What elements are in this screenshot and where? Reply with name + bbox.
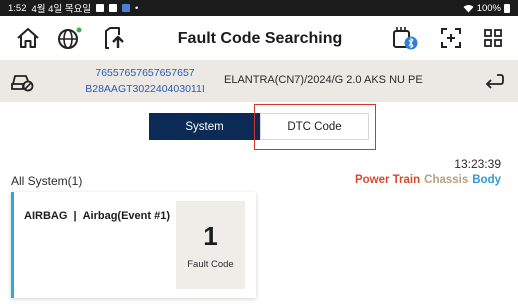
more-notifications-icon: • <box>135 2 139 14</box>
battery-percent: 100% <box>476 2 501 14</box>
status-time: 1:52 <box>8 2 27 14</box>
upload-button[interactable] <box>100 24 128 52</box>
expand-button[interactable] <box>437 24 465 52</box>
tab-dtc-code[interactable]: DTC Code <box>260 113 369 140</box>
all-system-count: All System(1) <box>11 174 83 188</box>
status-left: 1:52 4월 4일 목요일 • <box>8 1 139 16</box>
vin-block: 76557657657657657 B28AAGT302240403011I <box>70 65 220 97</box>
card-separator: | <box>73 210 77 222</box>
scan-time: 13:23:39 <box>454 157 501 171</box>
screen: 1:52 4월 4일 목요일 • 100% Fault Code Searchi… <box>0 0 518 304</box>
toolbar: Fault Code Searching <box>0 16 518 60</box>
wifi-icon <box>463 4 474 12</box>
globe-icon <box>58 27 82 49</box>
grid-icon <box>484 29 502 47</box>
vin-line-1: 76557657657657657 <box>95 67 195 79</box>
status-bar: 1:52 4월 4일 목요일 • 100% <box>0 0 518 16</box>
language-button[interactable] <box>56 24 84 52</box>
vehicle-name: ELANTRA(CN7)/2024/G 2.0 AKS NU PE <box>224 74 423 86</box>
card-title: AIRBAG | Airbag(Event #1) <box>24 210 170 222</box>
back-button[interactable] <box>482 69 506 93</box>
return-icon <box>485 74 504 89</box>
card-event-name: Airbag(Event #1) <box>82 210 171 222</box>
gallery-icon <box>109 4 118 12</box>
home-icon <box>17 28 39 48</box>
fault-count-label: Fault Code <box>187 258 234 270</box>
vehicle-status-icon <box>10 69 34 93</box>
fault-count: 1 <box>203 220 218 251</box>
fault-count-box: 1 Fault Code <box>176 201 245 289</box>
card-system-name: AIRBAG <box>24 210 68 222</box>
status-right: 100% <box>463 3 510 14</box>
expand-icon <box>441 28 461 48</box>
vin-line-2: B28AAGT302240403011I <box>85 83 205 95</box>
filter-body[interactable]: Body <box>472 174 501 186</box>
system-card[interactable]: AIRBAG | Airbag(Event #1) 1 Fault Code <box>11 192 256 298</box>
system-filters: Power Train Chassis Body <box>355 174 501 186</box>
tab-system[interactable]: System <box>149 113 260 140</box>
vehicle-info-bar: 76557657657657657 B28AAGT302240403011I E… <box>0 60 518 102</box>
filter-chassis[interactable]: Chassis <box>424 174 468 186</box>
status-date: 4월 4일 목요일 <box>31 4 92 15</box>
notification-icon <box>96 4 105 12</box>
app-icon <box>122 4 131 12</box>
battery-icon <box>504 3 510 13</box>
menu-grid-button[interactable] <box>479 24 507 52</box>
upload-icon <box>105 27 124 49</box>
vci-connection-button[interactable] <box>391 24 419 52</box>
bluetooth-device-icon <box>393 27 418 50</box>
home-button[interactable] <box>14 24 42 52</box>
filter-powertrain[interactable]: Power Train <box>355 174 420 186</box>
page-title: Fault Code Searching <box>177 30 343 47</box>
